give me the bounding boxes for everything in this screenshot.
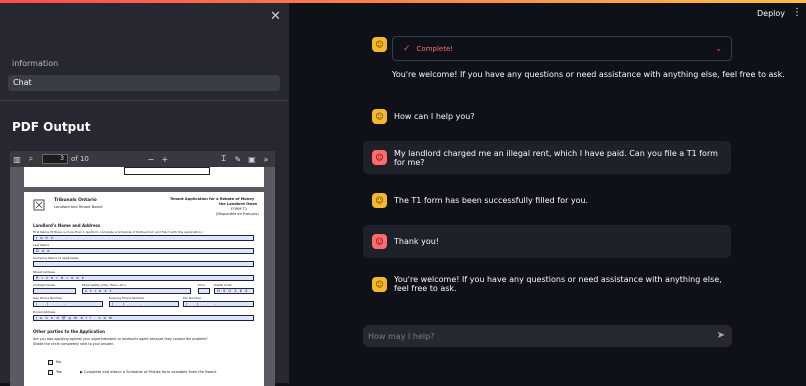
- pdf-no-checkbox[interactable]: [48, 360, 53, 365]
- draw-icon[interactable]: ✎: [231, 155, 245, 164]
- pdf-city-label: Municipality (City, Town, etc.): [82, 283, 127, 287]
- pdf-fax-label: Fax Number: [183, 296, 202, 300]
- page-number-input[interactable]: 3: [42, 154, 68, 164]
- search-icon[interactable]: ⌕: [24, 154, 38, 164]
- pdf-fax-field[interactable]: ( ) -: [183, 301, 254, 307]
- pdf-form-number: FORM T1: [231, 207, 248, 211]
- message-text: Thank you!: [394, 237, 440, 246]
- pdf-board: Landlord and Tenant Board: [54, 205, 103, 209]
- pdf-last-name-field[interactable]: D o e: [33, 248, 254, 254]
- main-chat-area: Deploy ⋮ ☺ ✓ Complete! ⌄ You're welcome!…: [289, 3, 806, 383]
- pdf-email-field[interactable]: j o h n d @ g m a i l . c o m: [33, 315, 254, 321]
- nav-heading[interactable]: information: [12, 59, 58, 68]
- pdf-city-field[interactable]: s t r e e t: [82, 288, 191, 294]
- pdf-unit-label: Unit/Apt./Suite: [33, 283, 55, 287]
- pdf-yes-note: ▶ Complete and attach a Schedule of Part…: [80, 370, 217, 374]
- message-text: My landlord charged me an illegal rent, …: [394, 148, 718, 167]
- pdf-yes-checkbox[interactable]: [48, 370, 53, 375]
- pdf-toolbar: ▥ ⌕ 3 of 10 − + Ꮖ ✎ ▣ »: [10, 151, 275, 167]
- pdf-evening-phone-field[interactable]: ( ) -: [109, 301, 179, 307]
- status-expander[interactable]: ✓ Complete! ⌄: [392, 36, 732, 61]
- pdf-street-field[interactable]: R i v e r b r o o k: [33, 275, 254, 281]
- pdf-form-subtitle: the Landlord Owes: [219, 202, 258, 206]
- pdf-street-label: Street Address: [33, 270, 56, 274]
- chat-message-user: ☺ My landlord charged me an illegal rent…: [363, 141, 731, 174]
- pdf-output-title: PDF Output: [12, 120, 91, 134]
- chat-message-user: ☺ Thank you!: [363, 225, 731, 258]
- pdf-yes-label: Yes: [56, 370, 62, 374]
- status-label: Complete!: [416, 44, 454, 53]
- chat-input[interactable]: How may I help? ➤: [363, 325, 732, 347]
- pdf-other-question-2: Shade the circle completely next to your…: [33, 342, 114, 346]
- pdf-form-title: Tenant Application for a Rebate of Money: [170, 197, 255, 201]
- pdf-postal-field[interactable]: H 9 G 3 K 4: [214, 288, 254, 294]
- message-text: How can I help you?: [394, 111, 475, 121]
- text-select-icon[interactable]: Ꮖ: [217, 154, 231, 164]
- pdf-prev-box: [124, 167, 210, 175]
- pdf-section-landlord: Landlord's Name and Address: [33, 223, 101, 228]
- chat-message-assistant: ☺ How can I help you?: [363, 107, 731, 125]
- message-text: The T1 form has been successfully filled…: [394, 195, 589, 205]
- pdf-email-label: E-mail Address: [33, 310, 56, 314]
- chat-message-assistant: ☺ You're welcome! If you have any questi…: [363, 275, 731, 293]
- pdf-french: (Disponible en français): [216, 212, 259, 216]
- pdf-no-label: No: [56, 360, 61, 364]
- user-avatar-icon: ☺: [372, 234, 387, 249]
- nav-item-chat[interactable]: Chat: [8, 75, 280, 91]
- bot-avatar-icon: ☺: [372, 192, 387, 208]
- pdf-first-name-label: First Name (If there is more than 1 land…: [33, 230, 203, 234]
- zoom-out-icon[interactable]: −: [144, 155, 158, 164]
- send-icon[interactable]: ➤: [717, 330, 725, 341]
- close-icon[interactable]: ✕: [270, 9, 281, 24]
- ontario-crest-icon: [33, 199, 45, 211]
- user-avatar-icon: ☺: [372, 150, 387, 165]
- deploy-button[interactable]: Deploy: [757, 9, 785, 18]
- message-text: You're welcome! If you have any question…: [392, 70, 785, 79]
- pdf-evening-phone-label: Evening Phone Number: [109, 296, 145, 300]
- more-tools-icon[interactable]: »: [259, 155, 273, 164]
- pdf-section-other: Other parties to the Application: [33, 329, 105, 334]
- pdf-prov-label: Prov.: [198, 283, 206, 287]
- pdf-prev-footer: Page 1 of 7: [44, 179, 62, 183]
- pdf-company-label: Company Name (if applicable): [33, 256, 79, 260]
- sidebar-divider: [0, 100, 289, 101]
- pdf-unit-field[interactable]: [33, 288, 76, 294]
- pdf-day-phone-field[interactable]: ( ) -: [33, 301, 103, 307]
- message-text: You're welcome! If you have any question…: [394, 275, 722, 293]
- pdf-prov-field[interactable]: [198, 288, 210, 294]
- pdf-previous-page: 1 0 00000 Page 1 of 7: [24, 167, 264, 187]
- image-icon[interactable]: ▣: [245, 155, 259, 164]
- bot-avatar-icon: ☺: [372, 276, 387, 292]
- chevron-down-icon: ⌄: [715, 44, 722, 53]
- pdf-postal-label: Postal Code: [214, 283, 232, 287]
- pdf-page: Tribunals Ontario Landlord and Tenant Bo…: [24, 192, 264, 386]
- kebab-menu-icon[interactable]: ⋮: [792, 7, 802, 18]
- pdf-other-question: Are you also applying against your super…: [33, 337, 208, 341]
- pdf-first-name-field[interactable]: J o h n: [33, 235, 254, 241]
- check-icon: ✓: [403, 43, 411, 54]
- chat-message-assistant: ☺ The T1 form has been successfully fill…: [363, 191, 731, 209]
- bot-avatar-icon: ☺: [372, 36, 387, 52]
- bot-avatar-icon: ☺: [372, 108, 387, 124]
- page-total: of 10: [71, 155, 89, 163]
- pdf-viewer[interactable]: 1 0 00000 Page 1 of 7 Tribunals Ontario …: [10, 167, 275, 386]
- zoom-in-icon[interactable]: +: [158, 155, 172, 164]
- pdf-last-name-label: Last Name: [33, 243, 50, 247]
- sidebar: ✕ information Chat PDF Output ▥ ⌕ 3 of 1…: [0, 3, 289, 386]
- pdf-company-field[interactable]: [33, 261, 254, 267]
- chat-input-placeholder[interactable]: How may I help?: [368, 332, 434, 341]
- pdf-day-phone-label: Day Phone Number: [33, 296, 63, 300]
- pdf-org: Tribunals Ontario: [54, 198, 97, 203]
- sidebar-toggle-icon[interactable]: ▥: [10, 155, 24, 164]
